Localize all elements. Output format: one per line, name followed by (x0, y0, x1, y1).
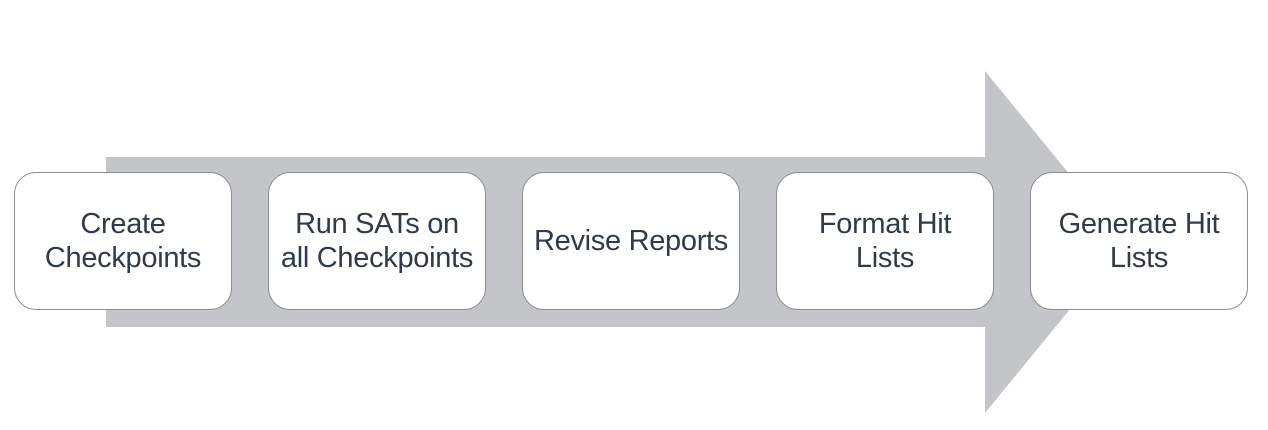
step-label: Format Hit Lists (818, 208, 952, 274)
step-run-sats: Run SATs on all Checkpoints (268, 172, 486, 310)
step-label: Generate Hit Lists (1058, 208, 1220, 274)
step-format-hit-lists: Format Hit Lists (776, 172, 994, 310)
process-flow-diagram: Create Checkpoints Run SATs on all Check… (0, 0, 1268, 430)
step-generate-hit-lists: Generate Hit Lists (1030, 172, 1248, 310)
step-label: Revise Reports (533, 225, 729, 257)
step-revise-reports: Revise Reports (522, 172, 740, 310)
step-label: Create Checkpoints (44, 208, 202, 274)
step-label: Run SATs on all Checkpoints (280, 208, 474, 274)
step-create-checkpoints: Create Checkpoints (14, 172, 232, 310)
